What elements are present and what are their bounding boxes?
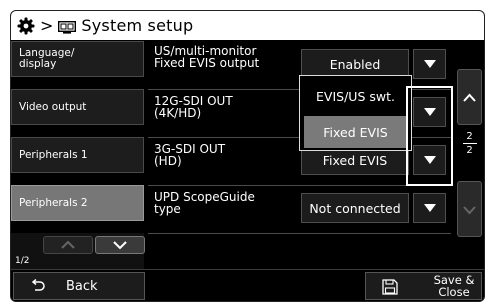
setting-label-line: (4K/HD) [154, 106, 202, 120]
monitor-icon [58, 19, 77, 34]
page-current: 2 [466, 131, 473, 142]
dropdown-option-fixed-evis[interactable]: Fixed EVIS [304, 116, 407, 148]
chevron-down-icon [113, 241, 127, 250]
sidebar-item-language-display[interactable]: Language/ display [11, 41, 144, 77]
sidebar-item-video-output[interactable]: Video output [11, 89, 144, 125]
dropdown-option-label: EVIS/US swt. [316, 88, 395, 104]
return-arrow-icon [31, 279, 45, 291]
setting-value-text: Enabled [329, 56, 381, 72]
chevron-down-icon [463, 206, 476, 215]
page-total: 2 [466, 145, 473, 156]
setting-label-12g-sdi-out: 12G-SDI OUT (4K/HD) [154, 95, 233, 119]
sidebar-page-down-button[interactable] [95, 236, 145, 254]
title-bar: > System setup [11, 11, 484, 41]
sidebar-page-indicator: 1/2 [15, 256, 30, 266]
back-button-label: Back [66, 278, 98, 294]
setting-label-line: (HD) [154, 154, 182, 168]
sidebar-item-label: Peripherals 1 [19, 148, 88, 161]
chevron-up-icon [463, 93, 476, 102]
dropdown-list-12g-sdi-out: EVIS/US swt. Fixed EVIS [299, 75, 412, 151]
scroll-down-button[interactable] [457, 181, 482, 237]
system-setup-screen: > System setup Language/ display Video o… [10, 10, 485, 302]
save-label-line: Close [438, 285, 470, 299]
bottom-bar: Back Save & Close [11, 269, 484, 301]
setting-label-upd-scopeguide: UPD ScopeGuide type [154, 191, 255, 215]
sidebar-page-up-button[interactable] [43, 236, 93, 254]
us-multi-monitor-dropdown-button[interactable] [413, 49, 446, 79]
setting-value-text: Fixed EVIS [322, 152, 388, 168]
save-disk-icon [382, 279, 398, 295]
save-and-close-label: Save & Close [428, 274, 480, 298]
triangle-down-icon [423, 60, 436, 68]
page-title: System setup [81, 16, 194, 35]
sidebar-item-label: Language/ display [19, 47, 75, 70]
setting-label-line: type [154, 202, 181, 216]
dropdown-option-label: Fixed EVIS [323, 124, 388, 140]
divider [148, 233, 451, 234]
scroll-up-button[interactable] [457, 69, 482, 125]
save-and-close-button[interactable]: Save & Close [365, 272, 482, 300]
setting-label-3g-sdi-out: 3G-SDI OUT (HD) [154, 143, 225, 167]
upd-scopeguide-value[interactable]: Not connected [301, 193, 409, 223]
sidebar-item-label: Peripherals 2 [19, 196, 88, 209]
gear-icon [17, 17, 35, 35]
breadcrumb-separator: > [40, 16, 54, 35]
triangle-down-icon [423, 204, 436, 212]
content-page-indicator: 2 2 [457, 131, 482, 156]
sidebar-item-peripherals-1[interactable]: Peripherals 1 [11, 137, 144, 173]
back-button[interactable]: Back [13, 272, 145, 300]
page-fraction-bar [462, 143, 477, 144]
chevron-up-icon [61, 240, 75, 249]
sidebar-navigation [11, 233, 145, 269]
sidebar-item-label: Video output [19, 100, 87, 113]
sidebar-item-peripherals-2[interactable]: Peripherals 2 [11, 185, 144, 221]
dropdown-option-evis-us-swt[interactable]: EVIS/US swt. [304, 80, 407, 112]
upd-scopeguide-dropdown-button[interactable] [413, 193, 446, 223]
setting-value-text: Not connected [309, 200, 401, 216]
setting-label-line: Fixed EVIS output [154, 56, 260, 70]
focus-highlight [406, 86, 453, 186]
setting-label-us-multi-monitor: US/multi-monitor Fixed EVIS output [154, 45, 259, 69]
